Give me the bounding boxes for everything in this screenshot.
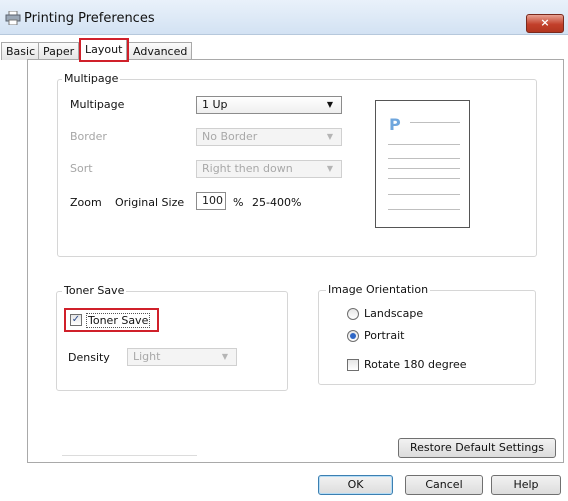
preview-line — [410, 122, 460, 123]
printer-icon — [5, 11, 21, 25]
zoom-label: Zoom — [70, 196, 102, 209]
rotate-180-checkbox[interactable] — [347, 359, 359, 371]
preview-line — [388, 209, 460, 210]
divider — [62, 455, 197, 456]
density-label: Density — [68, 351, 110, 364]
close-icon: × — [540, 16, 550, 29]
tab-paper[interactable]: Paper — [38, 42, 80, 60]
zoom-mode-label: Original Size — [115, 196, 185, 209]
page-preview: P — [375, 100, 470, 228]
preview-line — [388, 158, 460, 159]
zoom-range-label: 25-400% — [252, 196, 302, 209]
toner-save-group — [56, 291, 288, 391]
window-title: Printing Preferences — [24, 11, 155, 26]
toner-save-checkbox-label[interactable]: Toner Save — [86, 313, 151, 328]
preview-line — [388, 178, 460, 179]
close-button[interactable]: × — [526, 14, 564, 33]
zoom-unit-label: % — [233, 196, 244, 209]
tab-advanced[interactable]: Advanced — [128, 42, 193, 60]
multipage-label: Multipage — [70, 98, 125, 111]
multipage-select[interactable]: 1 Up ▼ — [196, 96, 342, 114]
image-orientation-group-title: Image Orientation — [326, 283, 431, 296]
tab-layout[interactable]: Layout — [80, 39, 128, 61]
chevron-down-icon: ▼ — [326, 100, 333, 109]
help-button[interactable]: Help — [491, 475, 561, 495]
portrait-radio[interactable] — [347, 330, 359, 342]
sort-select[interactable]: Right then down ▼ — [196, 160, 342, 178]
density-select[interactable]: Light ▼ — [127, 348, 237, 366]
portrait-label[interactable]: Portrait — [364, 329, 404, 342]
toner-save-checkbox[interactable]: ✓ — [70, 314, 82, 326]
preview-line — [388, 168, 460, 169]
landscape-label[interactable]: Landscape — [364, 307, 423, 320]
preview-letter: P — [389, 115, 401, 134]
preview-line — [388, 194, 460, 195]
multipage-select-value: 1 Up — [202, 98, 228, 111]
chevron-down-icon: ▼ — [326, 132, 333, 141]
chevron-down-icon: ▼ — [326, 164, 333, 173]
density-select-value: Light — [133, 350, 161, 363]
chevron-down-icon: ▼ — [221, 352, 228, 361]
tab-basic[interactable]: Basic — [1, 42, 41, 60]
multipage-group-title: Multipage — [62, 72, 121, 85]
sort-select-value: Right then down — [202, 162, 293, 175]
ok-button[interactable]: OK — [318, 475, 393, 495]
border-label: Border — [70, 130, 107, 143]
cancel-button[interactable]: Cancel — [405, 475, 483, 495]
toner-save-group-title: Toner Save — [62, 284, 127, 297]
sort-label: Sort — [70, 162, 93, 175]
zoom-input[interactable]: 100 — [196, 192, 226, 210]
border-select[interactable]: No Border ▼ — [196, 128, 342, 146]
rotate-180-label[interactable]: Rotate 180 degree — [364, 358, 467, 371]
restore-defaults-button[interactable]: Restore Default Settings — [398, 438, 556, 458]
landscape-radio[interactable] — [347, 308, 359, 320]
border-select-value: No Border — [202, 130, 258, 143]
preview-line — [388, 144, 460, 145]
title-bar: Printing Preferences × — [0, 0, 568, 35]
